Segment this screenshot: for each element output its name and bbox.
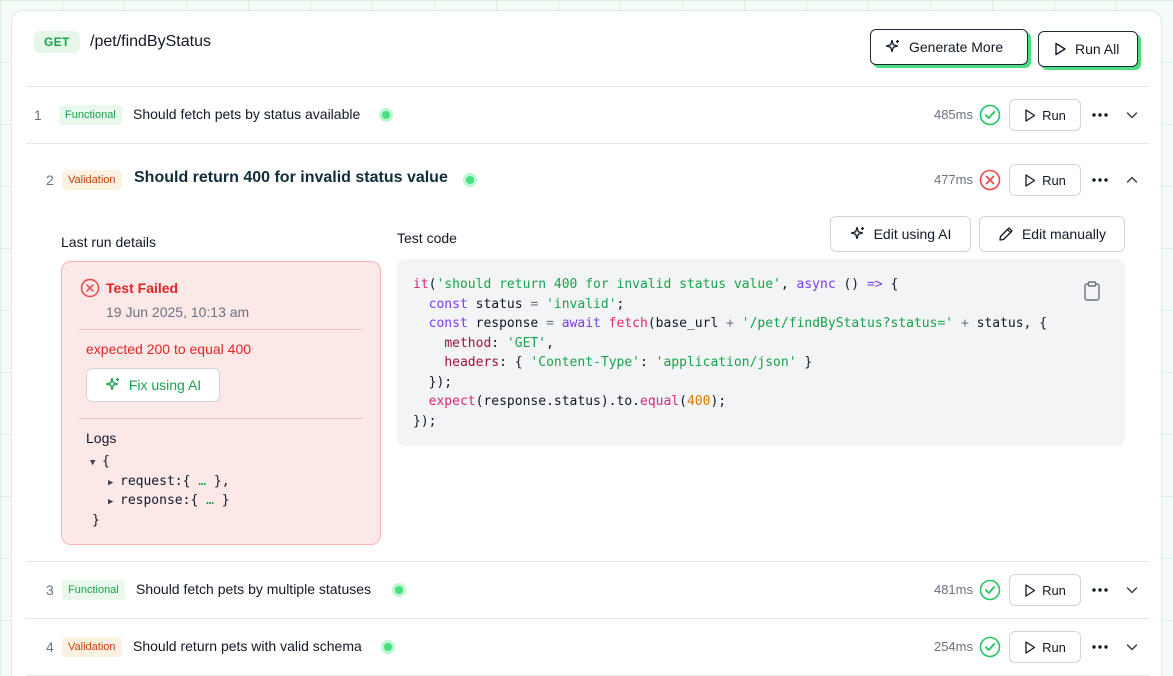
sparkle-icon — [850, 226, 864, 240]
test-title: Should return 400 for invalid status val… — [134, 169, 448, 186]
test-title: Should return pets with valid schema — [133, 638, 362, 654]
divider — [79, 418, 363, 419]
run-button[interactable]: Run — [1009, 164, 1081, 196]
log-request-key: request: — [120, 473, 183, 489]
run-label: Run — [1042, 172, 1066, 188]
test-duration: 254ms — [933, 639, 973, 654]
log-close-brace: } — [92, 512, 100, 528]
more-options-icon[interactable] — [1091, 172, 1109, 188]
fix-using-ai-button[interactable]: Fix using AI — [86, 368, 220, 402]
triangle-right-icon[interactable]: ▶ — [108, 493, 120, 513]
failure-timestamp: 19 Jun 2025, 10:13 am — [106, 304, 250, 320]
method-badge: GET — [34, 31, 80, 53]
log-open-brace: { — [102, 454, 110, 469]
test-number: 1 — [34, 107, 42, 123]
run-all-label: Run All — [1075, 41, 1120, 57]
endpoint-header: GET /pet/findByStatus Generate More Run … — [34, 29, 1141, 79]
generate-more-button[interactable]: Generate More — [870, 29, 1028, 65]
chevron-down-icon[interactable] — [1125, 639, 1139, 655]
run-label: Run — [1042, 107, 1066, 123]
triangle-down-icon[interactable]: ▼ — [90, 454, 102, 474]
play-icon — [1055, 42, 1066, 56]
test-tag: Functional — [59, 105, 122, 125]
run-label: Run — [1042, 582, 1066, 598]
sparkle-icon — [105, 377, 119, 391]
test-title: Should fetch pets by status available — [133, 106, 361, 122]
fix-using-ai-label: Fix using AI — [128, 377, 202, 393]
chevron-down-icon[interactable] — [1125, 107, 1139, 123]
test-duration: 477ms — [933, 172, 973, 187]
run-button[interactable]: Run — [1009, 631, 1081, 663]
play-icon — [1025, 583, 1036, 597]
check-circle-icon — [979, 104, 1001, 126]
last-run-label: Last run details — [61, 234, 156, 250]
status-dot — [463, 173, 477, 187]
edit-manually-label: Edit manually — [1021, 226, 1107, 242]
test-row-expanded[interactable]: 2 Validation Should return 400 for inval… — [26, 152, 1149, 208]
logs-tree: ▼{ ▶ request:{ … }, ▶ response:{ … } } — [90, 452, 230, 530]
check-circle-icon — [979, 579, 1001, 601]
status-dot — [392, 583, 406, 597]
edit-manually-button[interactable]: Edit manually — [979, 216, 1125, 252]
status-dot — [381, 640, 395, 654]
failure-message: expected 200 to equal 400 — [86, 341, 252, 357]
play-icon — [1025, 640, 1036, 654]
logs-label: Logs — [86, 430, 117, 446]
edit-using-ai-label: Edit using AI — [873, 226, 952, 242]
log-response[interactable]: ▶ response:{ … } — [90, 491, 230, 511]
test-tag: Validation — [62, 637, 122, 657]
test-duration: 481ms — [933, 582, 973, 597]
run-label: Run — [1042, 639, 1066, 655]
log-response-key: response: — [120, 493, 191, 508]
x-circle-icon — [979, 169, 1001, 191]
play-icon — [1025, 173, 1036, 187]
more-options-icon[interactable] — [1091, 582, 1109, 598]
failure-title: Test Failed — [106, 280, 179, 296]
failure-panel: Test Failed 19 Jun 2025, 10:13 am expect… — [61, 261, 381, 545]
test-number: 4 — [46, 639, 54, 655]
test-code: it('should return 400 for invalid status… — [413, 277, 1048, 429]
test-title: Should fetch pets by multiple statuses — [136, 581, 372, 597]
more-options-icon[interactable] — [1091, 107, 1109, 123]
test-row[interactable]: 1 Functional Should fetch pets by status… — [26, 87, 1149, 143]
log-close: } — [90, 511, 230, 531]
code-block[interactable]: it('should return 400 for invalid status… — [397, 259, 1125, 446]
run-all-button[interactable]: Run All — [1038, 31, 1138, 67]
edit-using-ai-button[interactable]: Edit using AI — [830, 216, 971, 252]
status-dot — [379, 108, 393, 122]
sparkle-icon — [885, 39, 899, 53]
clipboard-icon[interactable] — [1083, 281, 1101, 301]
divider — [79, 329, 363, 330]
test-row[interactable]: 4 Validation Should return pets with val… — [26, 619, 1149, 675]
divider — [26, 143, 1149, 144]
test-tag: Functional — [62, 580, 125, 600]
run-button[interactable]: Run — [1009, 574, 1081, 606]
chevron-up-icon[interactable] — [1125, 172, 1139, 188]
play-icon — [1025, 108, 1036, 122]
test-number: 2 — [46, 172, 54, 188]
endpoint-path: /pet/findByStatus — [90, 33, 211, 50]
test-number: 3 — [46, 582, 54, 598]
test-row[interactable]: 3 Functional Should fetch pets by multip… — [26, 562, 1149, 618]
log-ellipsis[interactable]: … — [206, 493, 214, 508]
x-circle-icon — [80, 278, 100, 298]
test-code-label: Test code — [397, 230, 457, 246]
log-request[interactable]: ▶ request:{ … }, — [90, 472, 230, 492]
log-ellipsis[interactable]: … — [198, 474, 206, 489]
test-duration: 485ms — [933, 107, 973, 122]
test-tag: Validation — [62, 170, 122, 190]
pencil-icon — [999, 227, 1013, 241]
generate-more-label: Generate More — [909, 39, 1004, 55]
more-options-icon[interactable] — [1091, 639, 1109, 655]
check-circle-icon — [979, 636, 1001, 658]
chevron-down-icon[interactable] — [1125, 582, 1139, 598]
run-button[interactable]: Run — [1009, 99, 1081, 131]
log-root[interactable]: ▼{ — [90, 452, 230, 472]
